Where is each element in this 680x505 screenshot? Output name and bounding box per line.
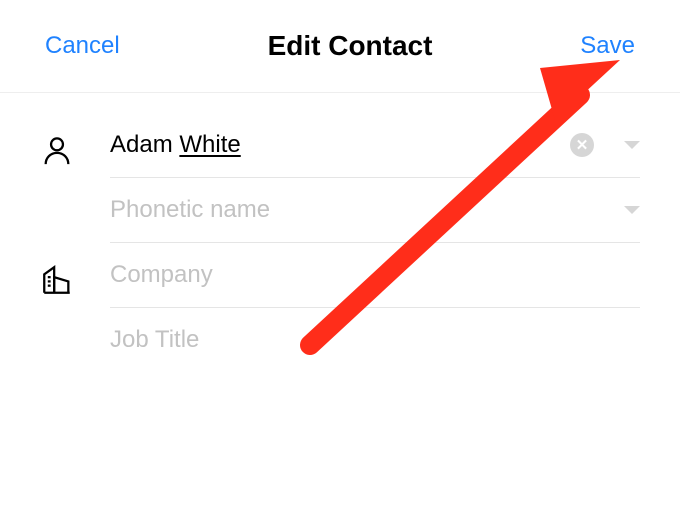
job-title-input[interactable] — [110, 326, 640, 354]
name-field-row: Adam White ✕ — [110, 113, 640, 178]
phonetic-field-row — [110, 178, 640, 243]
name-section: Adam White ✕ — [40, 113, 640, 243]
form-content: Adam White ✕ — [0, 93, 680, 372]
person-icon — [40, 113, 110, 172]
save-button[interactable]: Save — [580, 32, 635, 60]
header-bar: Cancel Edit Contact Save — [0, 0, 680, 93]
phonetic-name-input[interactable] — [110, 196, 624, 224]
name-input[interactable]: Adam White — [110, 131, 570, 159]
chevron-down-icon[interactable] — [624, 141, 640, 149]
name-last: White — [179, 131, 240, 158]
close-icon: ✕ — [576, 136, 589, 154]
cancel-button[interactable]: Cancel — [45, 32, 120, 60]
job-title-field-row — [110, 308, 640, 372]
clear-name-button[interactable]: ✕ — [570, 133, 594, 157]
company-field-row — [110, 243, 640, 308]
page-title: Edit Contact — [268, 30, 433, 62]
company-input[interactable] — [110, 261, 640, 289]
company-icon — [40, 243, 110, 302]
chevron-down-icon[interactable] — [624, 206, 640, 214]
name-first: Adam — [110, 131, 173, 158]
company-section — [40, 243, 640, 372]
